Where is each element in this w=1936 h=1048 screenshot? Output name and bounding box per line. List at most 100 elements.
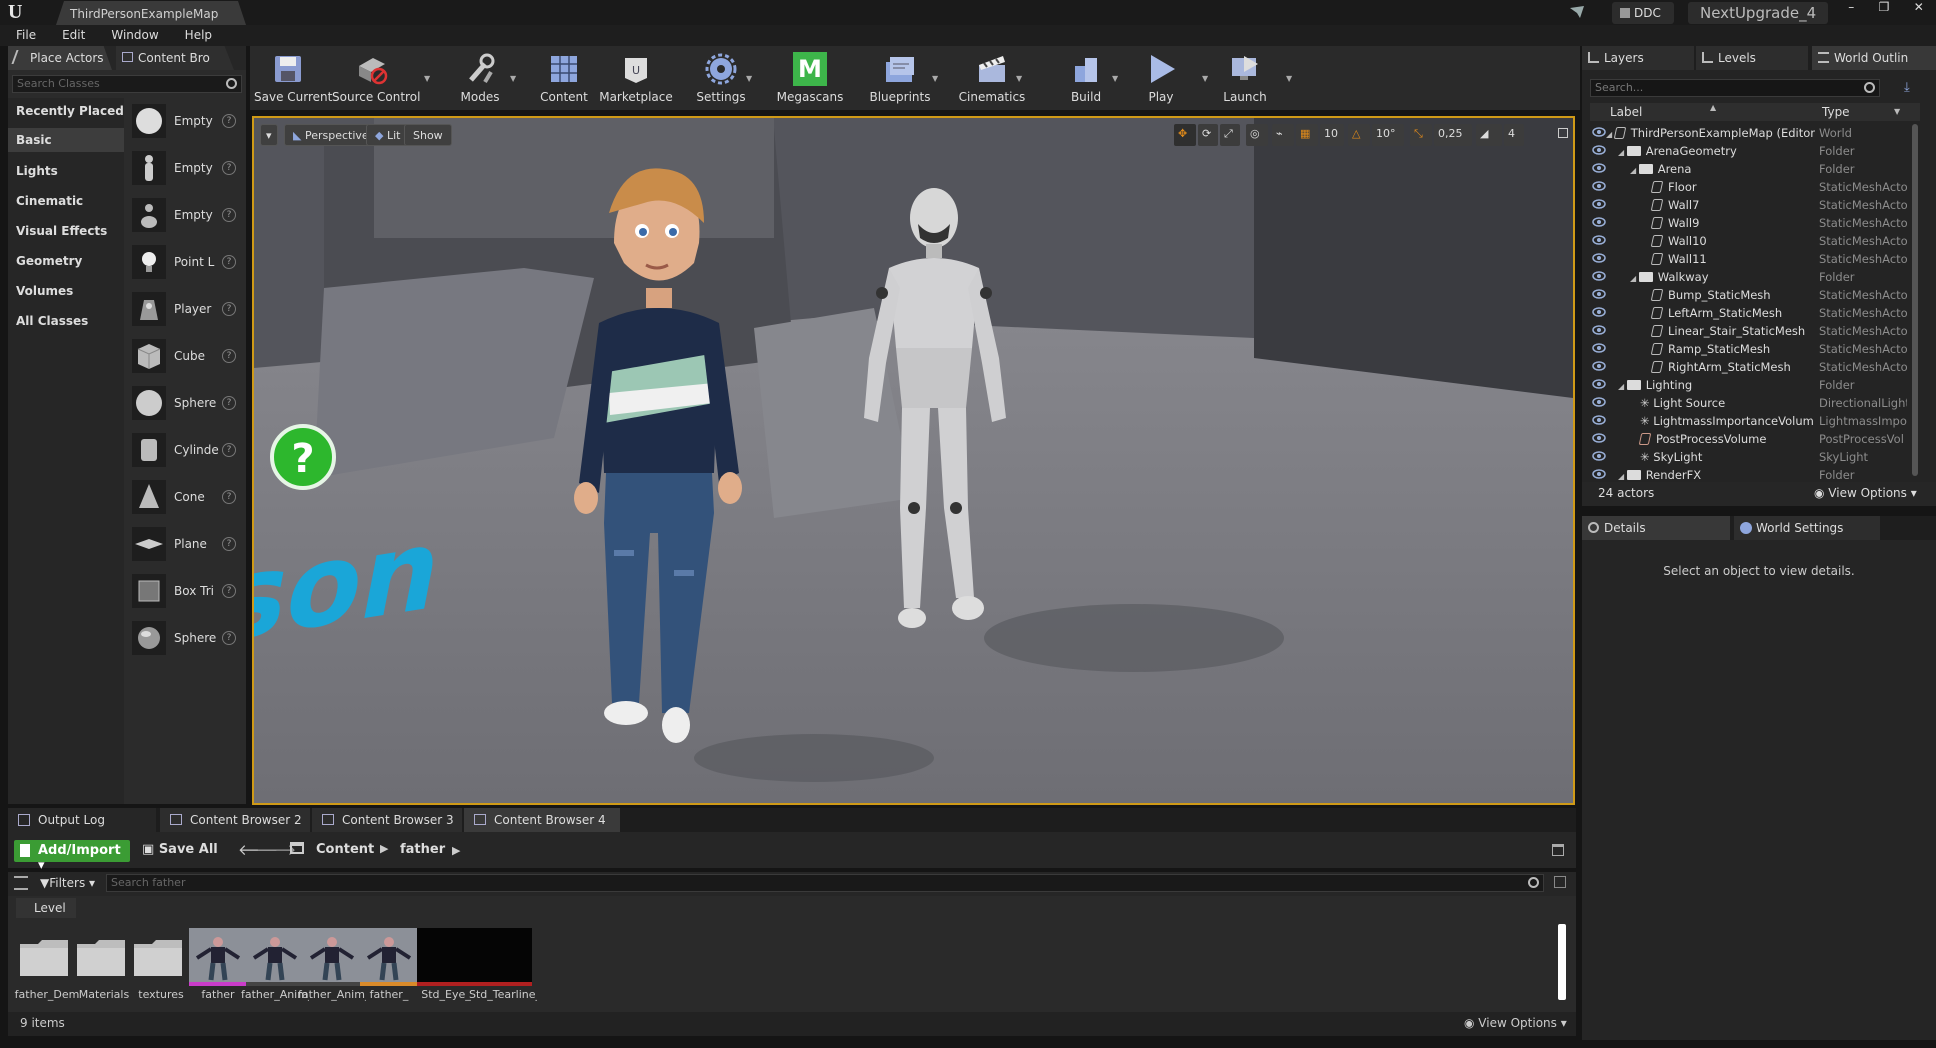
- tab-content-browser-3[interactable]: Content Browser 3: [312, 808, 462, 832]
- outliner-row[interactable]: Bump_StaticMesh StaticMeshActo: [1590, 286, 1910, 304]
- actor-player-start[interactable]: Player?: [126, 290, 244, 328]
- surface-snap-icon[interactable]: ⌁: [1272, 124, 1294, 146]
- rotation-snap-value[interactable]: 10°: [1372, 124, 1404, 146]
- outliner-row[interactable]: Wall7 StaticMeshActo: [1590, 196, 1910, 214]
- help-icon[interactable]: ?: [222, 631, 236, 645]
- outliner-row[interactable]: ✳ SkyLight SkyLight: [1590, 448, 1910, 466]
- modes-dropdown[interactable]: ▼: [510, 74, 516, 83]
- character-father[interactable]: [554, 153, 754, 773]
- outliner-row[interactable]: Linear_Stair_StaticMesh StaticMeshActo: [1590, 322, 1910, 340]
- grid-snap-value[interactable]: 10: [1320, 124, 1344, 146]
- visibility-eye-icon[interactable]: [1592, 377, 1606, 391]
- type-column-header[interactable]: Type: [1822, 105, 1850, 119]
- category-all-classes[interactable]: All Classes: [16, 314, 88, 328]
- asset-tile[interactable]: [417, 928, 475, 986]
- help-icon[interactable]: ?: [222, 208, 236, 222]
- help-sphere[interactable]: ?: [270, 424, 336, 490]
- character-mannequin[interactable]: [834, 178, 1034, 658]
- visibility-eye-icon[interactable]: [1592, 215, 1606, 229]
- grid-snap-icon[interactable]: ▦: [1296, 124, 1318, 146]
- modes-button[interactable]: Modes: [450, 46, 510, 110]
- blueprints-dropdown[interactable]: ▼: [932, 74, 938, 83]
- show-button[interactable]: Show: [404, 124, 452, 146]
- asset-folder[interactable]: [18, 928, 76, 986]
- category-geometry[interactable]: Geometry: [16, 254, 82, 268]
- category-volumes[interactable]: Volumes: [16, 284, 73, 298]
- lock-icon[interactable]: [1552, 844, 1564, 856]
- notification-icon[interactable]: [1568, 4, 1586, 20]
- visibility-eye-icon[interactable]: [1592, 413, 1606, 427]
- launch-dropdown[interactable]: ▼: [1286, 74, 1292, 83]
- visibility-eye-icon[interactable]: [1592, 161, 1606, 175]
- visibility-eye-icon[interactable]: [1592, 233, 1606, 247]
- tab-output-log[interactable]: Output Log: [8, 808, 156, 832]
- blueprints-button[interactable]: Blueprints: [860, 46, 940, 110]
- save-search-icon[interactable]: [1554, 876, 1566, 888]
- megascans-button[interactable]: M Megascans: [772, 46, 848, 110]
- asset-folder[interactable]: [132, 928, 190, 986]
- asset-tile[interactable]: [474, 928, 532, 986]
- help-icon[interactable]: ?: [222, 537, 236, 551]
- menu-window[interactable]: Window: [95, 25, 168, 42]
- help-icon[interactable]: ?: [222, 161, 236, 175]
- tab-details[interactable]: Details: [1582, 516, 1730, 540]
- help-icon[interactable]: ?: [222, 584, 236, 598]
- visibility-eye-icon[interactable]: [1592, 251, 1606, 265]
- cinematics-dropdown[interactable]: ▼: [1016, 74, 1022, 83]
- world-local-icon[interactable]: ◎: [1246, 124, 1268, 146]
- type-dropdown-icon[interactable]: ▼: [1894, 107, 1900, 116]
- help-icon[interactable]: ?: [222, 490, 236, 504]
- outliner-row[interactable]: ◢ ArenaGeometry Folder: [1590, 142, 1910, 160]
- visibility-eye-icon[interactable]: [1592, 359, 1606, 373]
- visibility-eye-icon[interactable]: [1592, 449, 1606, 463]
- expand-arrow-icon[interactable]: ◢: [1630, 166, 1639, 175]
- outliner-row[interactable]: RightArm_StaticMesh StaticMeshActo: [1590, 358, 1910, 376]
- expand-arrow-icon[interactable]: ◢: [1618, 148, 1627, 157]
- outliner-row[interactable]: Wall11 StaticMeshActo: [1590, 250, 1910, 268]
- play-button[interactable]: Play: [1130, 46, 1192, 110]
- tab-levels[interactable]: Levels: [1696, 46, 1808, 70]
- add-import-button[interactable]: Add/Import ▾: [14, 840, 130, 873]
- settings-dropdown[interactable]: ▼: [746, 74, 752, 83]
- perspective-button[interactable]: ◣ Perspective: [284, 124, 378, 146]
- tab-world-outliner[interactable]: World Outlin: [1812, 46, 1936, 70]
- close-button[interactable]: ✕: [1914, 0, 1924, 20]
- visibility-eye-icon[interactable]: [1592, 269, 1606, 283]
- help-icon[interactable]: ?: [222, 302, 236, 316]
- breadcrumb-content[interactable]: Content: [316, 842, 374, 857]
- marketplace-button[interactable]: U Marketplace: [598, 46, 674, 110]
- visibility-eye-icon[interactable]: [1592, 467, 1606, 481]
- tab-content-browser[interactable]: Content Bro: [116, 46, 234, 70]
- sources-toggle-icon[interactable]: [14, 876, 28, 890]
- content-button[interactable]: Content: [534, 46, 594, 110]
- map-tab[interactable]: ThirdPersonExampleMap: [56, 1, 246, 25]
- unreal-logo-icon[interactable]: U: [8, 2, 32, 23]
- category-cinematic[interactable]: Cinematic: [16, 194, 83, 208]
- save-all-button[interactable]: ▣ Save All: [142, 842, 218, 857]
- asset-tile[interactable]: [189, 928, 247, 986]
- expand-arrow-icon[interactable]: ◢: [1630, 274, 1639, 283]
- rotate-tool-icon[interactable]: ⟳: [1198, 124, 1218, 146]
- category-lights[interactable]: Lights: [16, 164, 58, 178]
- maximize-button[interactable]: ❐: [1879, 0, 1890, 20]
- actor-cube[interactable]: Cube?: [126, 337, 244, 375]
- help-icon[interactable]: ?: [222, 255, 236, 269]
- asset-folder[interactable]: [75, 928, 133, 986]
- tab-world-settings[interactable]: World Settings: [1734, 516, 1880, 540]
- launch-button[interactable]: Launch: [1214, 46, 1276, 110]
- scale-tool-icon[interactable]: ⤢: [1220, 124, 1240, 146]
- camera-speed-value[interactable]: 4: [1504, 124, 1524, 146]
- breadcrumb-father[interactable]: father: [400, 842, 445, 857]
- help-icon[interactable]: ?: [222, 114, 236, 128]
- menu-edit[interactable]: Edit: [46, 25, 95, 42]
- tab-layers[interactable]: Layers: [1582, 46, 1694, 70]
- outliner-row[interactable]: ◢ Arena Folder: [1590, 160, 1910, 178]
- outliner-row[interactable]: Floor StaticMeshActo: [1590, 178, 1910, 196]
- visibility-eye-icon[interactable]: [1592, 305, 1606, 319]
- menu-file[interactable]: File: [0, 25, 46, 42]
- category-basic[interactable]: Basic: [8, 128, 124, 152]
- tab-content-browser-4[interactable]: Content Browser 4: [464, 808, 620, 832]
- content-search-input[interactable]: Search father: [106, 874, 1544, 892]
- visibility-eye-icon[interactable]: [1592, 197, 1606, 211]
- visibility-eye-icon[interactable]: [1592, 125, 1606, 139]
